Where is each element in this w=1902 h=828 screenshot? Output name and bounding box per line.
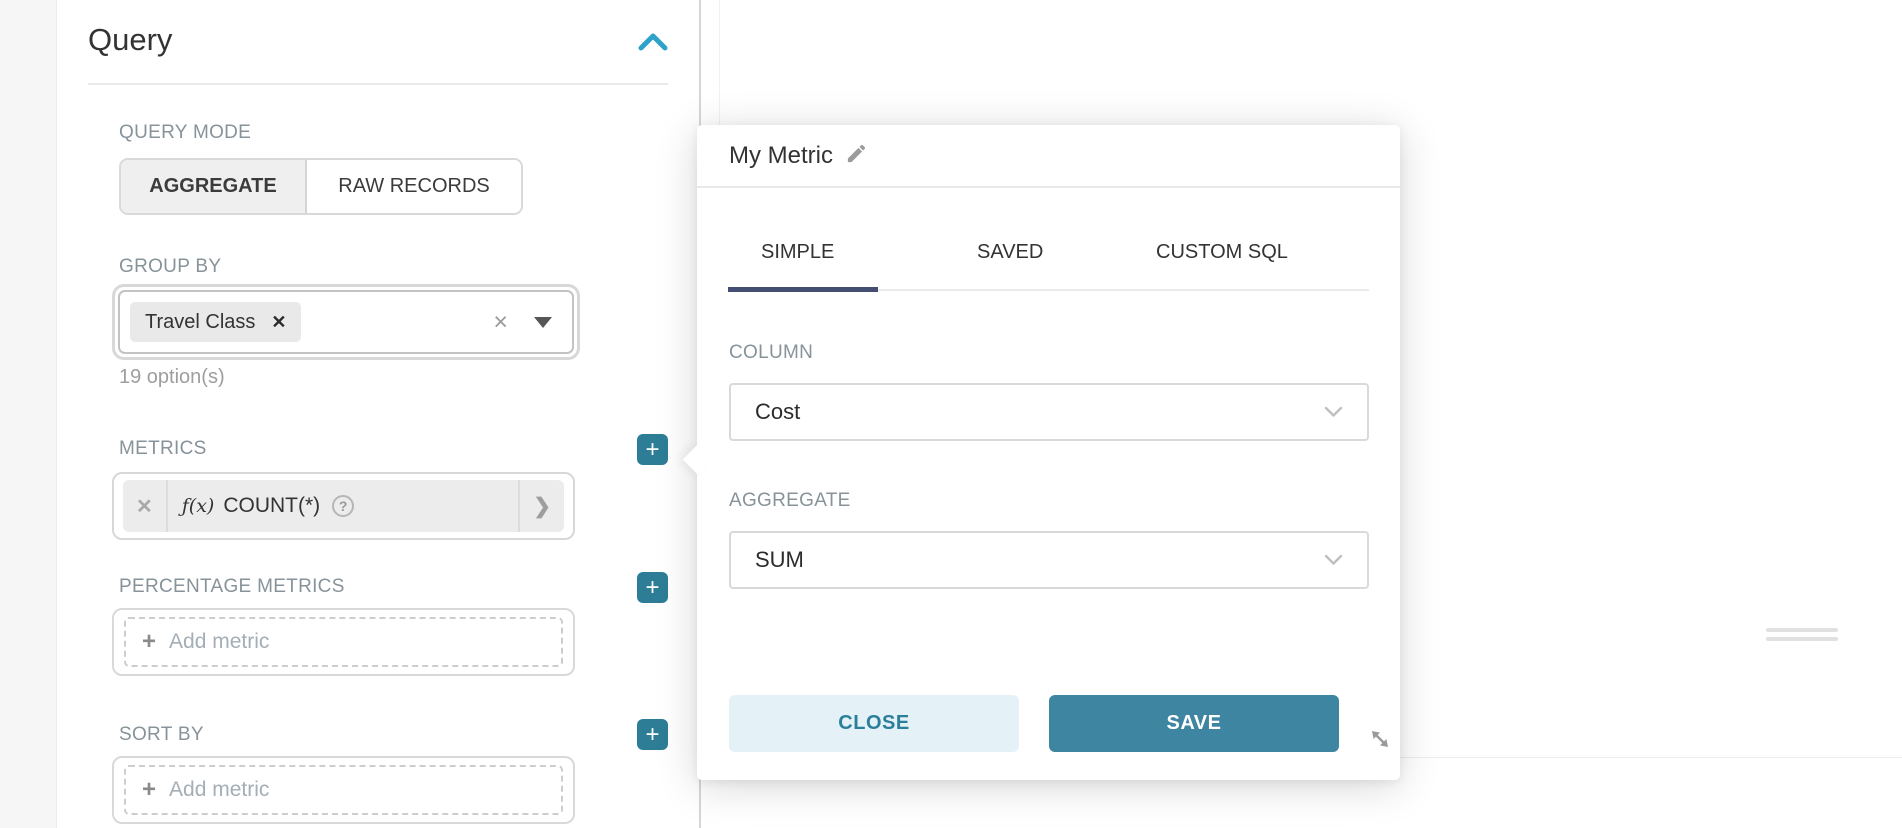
group-by-label: GROUP BY	[119, 256, 221, 278]
percentage-metrics-label: PERCENTAGE METRICS	[119, 576, 345, 598]
chevron-up-icon	[636, 43, 670, 60]
percentage-metrics-control: + Add metric	[112, 608, 575, 676]
help-icon: ?	[332, 495, 354, 517]
caret-down-icon[interactable]	[534, 317, 552, 328]
edit-title-button[interactable]	[845, 142, 868, 170]
popover-arrow	[683, 445, 713, 475]
raw-records-button-label: RAW RECORDS	[338, 175, 489, 198]
column-select[interactable]: Cost	[729, 383, 1369, 441]
aggregate-select[interactable]: SUM	[729, 531, 1369, 589]
add-sort-metric-button[interactable]: +	[637, 719, 668, 750]
pencil-icon	[845, 142, 868, 170]
tab-saved[interactable]: SAVED	[977, 241, 1043, 264]
metrics-control: ✕ ƒ(x) COUNT(*) ? ❯	[112, 472, 575, 540]
query-mode-raw-records-button[interactable]: RAW RECORDS	[307, 160, 521, 213]
plus-icon: +	[142, 630, 156, 654]
chevron-down-icon	[1324, 406, 1343, 418]
group-by-chip-label: Travel Class	[145, 311, 255, 334]
metric-title: My Metric	[729, 142, 833, 170]
group-by-select[interactable]: Travel Class ✕ ×	[118, 290, 574, 354]
active-tab-indicator	[728, 287, 878, 292]
chart-resize-drag-handle[interactable]	[1766, 628, 1838, 642]
chevron-right-icon[interactable]: ❯	[518, 480, 564, 532]
aggregate-label: AGGREGATE	[729, 490, 851, 512]
save-button[interactable]: SAVE	[1049, 695, 1339, 752]
metric-name: COUNT(*)	[223, 494, 320, 518]
datasource-panel-edge	[0, 0, 57, 828]
query-mode-label: QUERY MODE	[119, 122, 251, 144]
query-mode-toggle: AGGREGATE RAW RECORDS	[119, 158, 523, 215]
plus-icon: +	[645, 721, 659, 748]
sort-by-label: SORT BY	[119, 724, 204, 746]
sort-add-metric-dropzone[interactable]: + Add metric	[124, 765, 563, 815]
column-select-value: Cost	[755, 399, 800, 425]
add-metric-placeholder: Add metric	[169, 778, 269, 802]
collapse-section-button[interactable]	[636, 30, 670, 56]
close-button[interactable]: CLOSE	[729, 695, 1019, 752]
metric-edit-popover: My Metric SIMPLE SAVED CUSTOM SQL COLUMN…	[697, 125, 1400, 780]
popover-resize-handle[interactable]	[1365, 726, 1395, 756]
remove-metric-icon[interactable]: ✕	[123, 480, 168, 532]
tab-simple[interactable]: SIMPLE	[761, 241, 834, 264]
chevron-down-icon	[1324, 554, 1343, 566]
add-metric-button[interactable]: +	[637, 434, 668, 465]
add-metric-placeholder: Add metric	[169, 630, 269, 654]
query-mode-aggregate-button[interactable]: AGGREGATE	[121, 160, 307, 213]
resize-expand-icon	[1367, 726, 1393, 757]
query-section-title: Query	[88, 22, 172, 58]
group-by-options-hint: 19 option(s)	[119, 366, 225, 389]
plus-icon: +	[645, 574, 659, 601]
explore-query-panel: Query QUERY MODE AGGREGATE RAW RECORDS G…	[0, 0, 1902, 828]
group-by-chip: Travel Class ✕	[130, 302, 301, 342]
aggregate-button-label: AGGREGATE	[149, 175, 276, 198]
sort-by-control: + Add metric	[112, 756, 575, 824]
plus-icon: +	[142, 778, 156, 802]
group-by-select-focus-ring: Travel Class ✕ ×	[112, 284, 580, 360]
tab-custom-sql[interactable]: CUSTOM SQL	[1156, 241, 1288, 264]
fx-icon: ƒ(x)	[182, 495, 215, 517]
clear-select-icon[interactable]: ×	[493, 310, 508, 335]
chip-remove-icon[interactable]: ✕	[271, 312, 286, 333]
aggregate-select-value: SUM	[755, 547, 804, 573]
column-label: COLUMN	[729, 342, 813, 364]
metric-item-count[interactable]: ✕ ƒ(x) COUNT(*) ? ❯	[123, 480, 564, 532]
percentage-add-metric-dropzone[interactable]: + Add metric	[124, 617, 563, 667]
add-percentage-metric-button[interactable]: +	[637, 572, 668, 603]
metrics-label: METRICS	[119, 438, 207, 460]
plus-icon: +	[645, 436, 659, 463]
section-divider	[88, 83, 668, 85]
popover-header: My Metric	[697, 125, 1400, 188]
